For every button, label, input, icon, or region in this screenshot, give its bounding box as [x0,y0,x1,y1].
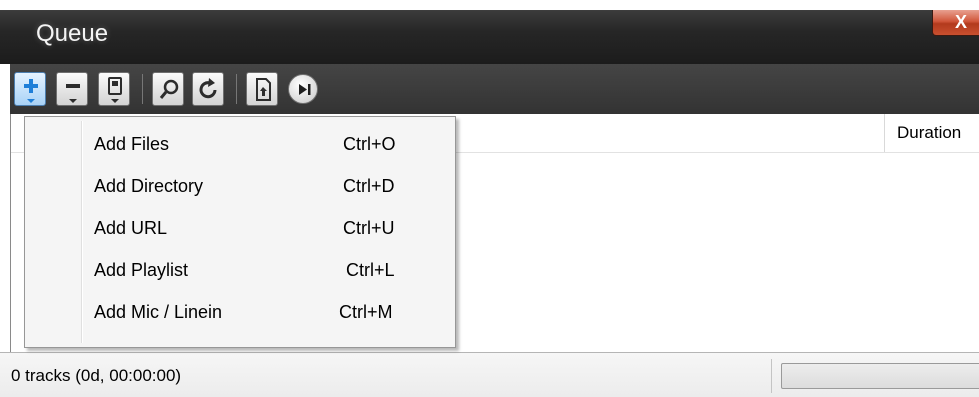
toolbar-separator [142,74,143,104]
menu-item-add-directory[interactable]: Add Directory Ctrl+D [28,167,452,207]
remove-icon [66,84,80,103]
refresh-button[interactable] [192,72,224,106]
queue-window: Queue X Duration 0 tracks (0d, 00:00:00)… [0,0,979,397]
save-icon [108,77,122,103]
menu-item-shortcut: Ctrl+D [343,176,395,196]
menu-item-add-playlist[interactable]: Add Playlist Ctrl+L [28,251,452,291]
close-button[interactable]: X [932,10,979,36]
menu-item-label: Add Files [94,134,170,154]
export-icon [256,78,271,101]
export-button[interactable] [246,72,278,106]
column-header-duration[interactable]: Duration [884,114,961,152]
menu-item-add-mic-linein[interactable]: Add Mic / Linein Ctrl+M [28,293,452,333]
add-dropdown-menu: Add Files Ctrl+O Add Directory Ctrl+D Ad… [24,116,456,348]
menu-item-shortcut: Ctrl+L [346,260,395,280]
title-bar[interactable]: Queue X [0,0,979,64]
menu-item-add-url[interactable]: Add URL Ctrl+U [28,209,452,249]
menu-item-shortcut: Ctrl+O [343,134,396,154]
play-next-button[interactable] [288,74,318,104]
window-title: Queue [36,20,109,47]
status-separator [771,359,772,393]
menu-item-add-files[interactable]: Add Files Ctrl+O [28,125,452,165]
toolbar-separator [236,74,237,104]
search-icon [159,79,179,99]
menu-item-label: Add Directory [94,176,204,196]
menu-item-label: Add URL [94,218,168,238]
add-button[interactable] [14,72,46,106]
play-next-icon [299,84,311,95]
status-progress-bar [781,363,979,389]
search-button[interactable] [152,72,184,106]
track-count-status: 0 tracks (0d, 00:00:00) [11,366,182,385]
remove-button[interactable] [56,72,88,106]
refresh-icon [199,78,217,99]
add-icon [24,79,38,103]
menu-item-shortcut: Ctrl+U [343,218,395,238]
menu-item-label: Add Playlist [94,260,189,280]
save-button[interactable] [98,72,130,106]
toolbar [10,64,979,114]
title-bar-top-strip [0,0,979,10]
status-bar: 0 tracks (0d, 00:00:00) [0,352,979,397]
menu-item-label: Add Mic / Linein [94,302,223,322]
close-icon: X [955,12,968,32]
menu-item-shortcut: Ctrl+M [339,302,393,322]
